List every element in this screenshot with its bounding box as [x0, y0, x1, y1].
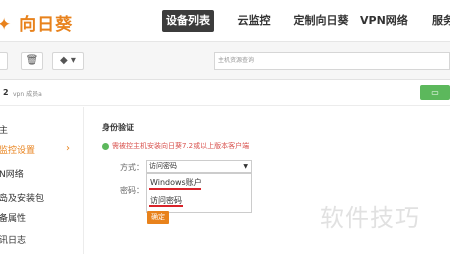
toolbar: 🗑 ◆ ▾ 主机资源查询	[0, 42, 450, 80]
info-icon	[102, 142, 109, 150]
nav-device-list[interactable]: 设备列表	[162, 10, 214, 32]
chevron-down-icon: ▾	[70, 55, 76, 66]
sidebar: 主 监控设置 › N网络 岛及安装包 备属性 讯日志	[0, 107, 84, 254]
trash-icon: 🗑	[25, 55, 39, 66]
toolbar-left-button[interactable]	[0, 52, 8, 70]
confirm-button[interactable]: 确定	[147, 211, 169, 224]
sidebar-item-packages[interactable]: 岛及安装包	[0, 191, 83, 204]
sidebar-item-logs[interactable]: 讯日志	[0, 233, 83, 246]
section-title: 身份验证	[102, 123, 134, 132]
tag-dropdown-button[interactable]: ◆ ▾	[52, 52, 84, 70]
breadcrumb-row: 2 vpn 成员a ▭	[0, 80, 450, 106]
breadcrumb: vpn 成员a	[13, 91, 42, 98]
top-nav-bar: ✦ 向日葵 设备列表 云监控 定制向日葵 VPN网络 服务	[0, 0, 450, 42]
delete-button[interactable]: 🗑	[21, 52, 43, 70]
auth-method-select[interactable]: 访问密码 ▼	[146, 160, 252, 173]
watermark-text: 软件技巧	[320, 204, 420, 232]
sidebar-item-properties[interactable]: 备属性	[0, 211, 83, 224]
tag-icon: ◆	[60, 55, 68, 66]
logo-text: 向日葵	[19, 15, 74, 35]
notice-text: 需被控主机安装向日葵7.2或以上版本客户端	[102, 141, 249, 151]
auth-method-dropdown: Windows账户 访问密码	[146, 173, 252, 213]
auth-method-value: 访问密码	[149, 162, 177, 170]
member-count: 2	[3, 88, 9, 97]
app-logo[interactable]: ✦ 向日葵	[0, 10, 73, 35]
remote-icon: ▭	[431, 88, 439, 97]
green-action-button[interactable]: ▭	[420, 85, 450, 100]
password-label: 密码：	[120, 186, 144, 195]
nav-cloud-monitor[interactable]: 云监控	[232, 10, 276, 32]
notice-label: 需被控主机安装向日葵7.2或以上版本客户端	[112, 142, 250, 150]
option-windows-account[interactable]: Windows账户	[150, 177, 202, 188]
search-input[interactable]: 主机资源查询	[214, 52, 450, 70]
method-label: 方式：	[120, 163, 144, 172]
sidebar-item-monitor-settings[interactable]: 监控设置	[0, 143, 83, 156]
sidebar-item-network[interactable]: N网络	[0, 167, 83, 180]
nav-vpn-network[interactable]: VPN网络	[360, 10, 408, 32]
highlight-underline	[149, 205, 183, 207]
sidebar-item-host[interactable]: 主	[0, 123, 83, 136]
chevron-down-icon: ▼	[243, 163, 248, 170]
highlight-underline	[149, 188, 201, 190]
sunflower-logo-icon: ✦	[0, 15, 13, 35]
chevron-right-icon: ›	[66, 143, 70, 154]
nav-custom-sunlogin[interactable]: 定制向日葵	[292, 10, 350, 32]
nav-service[interactable]: 服务	[428, 10, 450, 32]
